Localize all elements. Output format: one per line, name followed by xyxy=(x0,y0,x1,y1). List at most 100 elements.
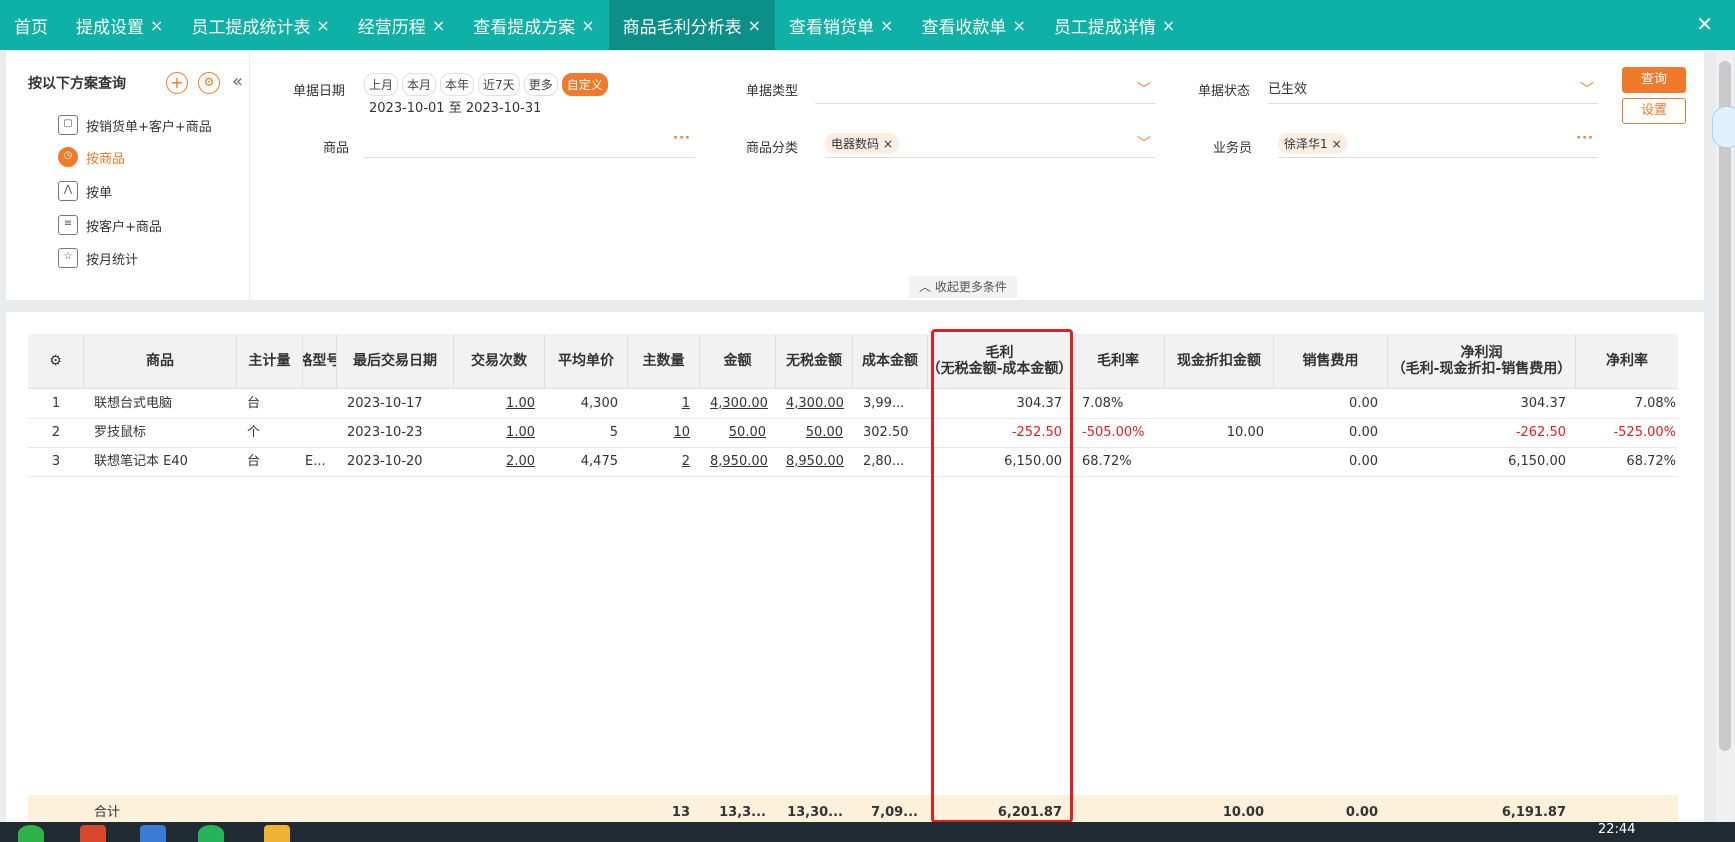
col-net-rate[interactable]: 净利率 xyxy=(1576,334,1678,388)
date-range-value[interactable]: 2023-10-01 至 2023-10-31 xyxy=(369,97,541,116)
cell-net-amount[interactable]: 4,300.00 xyxy=(776,389,853,418)
tab-home[interactable]: 首页 xyxy=(0,0,62,50)
cell-net-amount[interactable]: 8,950.00 xyxy=(776,447,853,476)
cell-qty[interactable]: 10 xyxy=(628,418,700,447)
cell-amount[interactable]: 4,300.00 xyxy=(700,389,776,418)
cell-gross-rate: -505.00% xyxy=(1082,425,1145,440)
col-net-profit[interactable]: 净利润 （毛利-现金折扣-销售费用） xyxy=(1388,334,1576,388)
gear-icon[interactable]: ⚙ xyxy=(198,72,220,94)
settings-button[interactable]: 设置 xyxy=(1622,98,1686,124)
tab-gross-profit-analysis[interactable]: 商品毛利分析表 × xyxy=(608,0,776,50)
tab-view-commission-plan[interactable]: 查看提成方案 × xyxy=(459,0,608,50)
column-settings-icon[interactable]: ⚙ xyxy=(28,334,84,388)
app-icon[interactable] xyxy=(140,825,166,842)
tab-view-receipt[interactable]: 查看收款单 × xyxy=(907,0,1039,50)
col-product[interactable]: 商品 xyxy=(84,334,237,388)
col-spec[interactable]: 格型号 xyxy=(303,334,337,388)
col-amount[interactable]: 金额 xyxy=(700,334,776,388)
more-options-icon[interactable]: ··· xyxy=(673,131,691,146)
quick-custom[interactable]: 自定义 xyxy=(561,73,608,96)
tab-employee-commission-detail[interactable]: 员工提成详情 × xyxy=(1040,0,1189,50)
col-qty[interactable]: 主数量 xyxy=(628,334,700,388)
tab-view-sales-order[interactable]: 查看销货单 × xyxy=(775,0,907,50)
cell-qty[interactable]: 2 xyxy=(628,447,700,476)
report-grid: ⚙ 商品 主计量 格型号 最后交易日期 交易次数 平均单价 主数量 金额 无税金… xyxy=(6,312,1704,832)
assistant-icon[interactable] xyxy=(1712,106,1735,148)
quick-this-month[interactable]: 本月 xyxy=(402,73,437,96)
doc-status-select[interactable]: 已生效 ﹀ xyxy=(1268,77,1598,104)
app-icon[interactable] xyxy=(198,825,224,842)
folder-icon[interactable] xyxy=(264,825,290,842)
col-sales-expense[interactable]: 销售费用 xyxy=(1274,334,1388,388)
doc-type-label: 单据类型 xyxy=(746,84,799,99)
table-row[interactable]: 1 联想台式电脑 台 2023-10-17 1.00 4,300 1 4,300… xyxy=(28,389,1678,419)
tab-commission-settings[interactable]: 提成设置 × xyxy=(62,0,177,50)
collapse-sidebar-icon[interactable]: « xyxy=(232,71,243,92)
sidebar-item-order-customer-product[interactable]: ▢ 按销货单+客户+商品 xyxy=(58,115,212,135)
salesman-chip: 徐泽华1 × xyxy=(1278,133,1348,154)
col-last-date[interactable]: 最后交易日期 xyxy=(337,334,454,388)
close-icon[interactable]: × xyxy=(316,16,329,35)
tab-employee-commission-stats[interactable]: 员工提成统计表 × xyxy=(177,0,343,50)
app-icon[interactable] xyxy=(18,825,44,842)
doc-type-select[interactable]: ﹀ xyxy=(815,77,1155,104)
cell-count[interactable]: 1.00 xyxy=(454,389,545,418)
col-cost[interactable]: 成本金额 xyxy=(853,334,928,388)
cell-discount xyxy=(1165,447,1274,476)
salesman-label: 业务员 xyxy=(1213,141,1253,156)
quick-this-year[interactable]: 本年 xyxy=(440,73,475,96)
cell-amount[interactable]: 50.00 xyxy=(700,418,776,447)
cell-net-rate: -525.00% xyxy=(1613,425,1676,440)
chevron-down-icon: ﹀ xyxy=(1580,82,1594,98)
quick-last-month[interactable]: 上月 xyxy=(364,73,399,96)
quick-more[interactable]: 更多 xyxy=(523,73,558,96)
sidebar-item-monthly[interactable]: ☆ 按月统计 xyxy=(58,248,138,268)
sidebar-item-customer-product[interactable]: ≡ 按客户+商品 xyxy=(58,215,162,235)
cell-count[interactable]: 2.00 xyxy=(454,447,545,476)
app-icon[interactable] xyxy=(80,825,106,842)
table-row[interactable]: 3 联想笔记本 E40 台 E... 2023-10-20 2.00 4,475… xyxy=(28,447,1678,477)
cell-net-profit: -262.50 xyxy=(1515,425,1566,440)
col-avg-price[interactable]: 平均单价 xyxy=(545,334,628,388)
query-scheme-sidebar: 按以下方案查询 + ⚙ « ▢ 按销货单+客户+商品 ◷ 按商品 ⋀ 按单 ≡ … xyxy=(6,51,250,300)
more-options-icon[interactable]: ··· xyxy=(1576,131,1594,146)
col-count[interactable]: 交易次数 xyxy=(454,334,545,388)
salesman-field[interactable]: 徐泽华1 × ··· xyxy=(1278,131,1598,158)
close-icon[interactable]: × xyxy=(748,16,761,35)
cell-qty[interactable]: 1 xyxy=(628,389,700,418)
table-row[interactable]: 2 罗技鼠标 个 2023-10-23 1.00 5 10 50.00 50.0… xyxy=(28,418,1678,448)
col-gross-profit[interactable]: 毛利 （无税金额-成本金额） xyxy=(928,334,1072,388)
tab-label: 员工提成统计表 xyxy=(191,17,311,38)
remove-chip-icon[interactable]: × xyxy=(1332,137,1342,151)
close-icon[interactable]: × xyxy=(150,16,163,35)
close-icon[interactable]: × xyxy=(880,16,893,35)
cell-net-amount[interactable]: 50.00 xyxy=(776,418,853,447)
col-gross-rate[interactable]: 毛利率 xyxy=(1072,334,1165,388)
category-select[interactable]: 电器数码 × ﹀ xyxy=(825,131,1155,158)
vertical-scrollbar[interactable] xyxy=(1716,51,1734,831)
close-window-icon[interactable]: ✕ xyxy=(1696,12,1713,36)
scrollbar-thumb[interactable] xyxy=(1719,61,1731,751)
add-scheme-icon[interactable]: + xyxy=(166,72,188,94)
close-icon[interactable]: × xyxy=(432,16,445,35)
col-net-amount[interactable]: 无税金额 xyxy=(776,334,853,388)
cell-count[interactable]: 1.00 xyxy=(454,418,545,447)
tab-business-history[interactable]: 经营历程 × xyxy=(344,0,459,50)
cell-spec: E... xyxy=(305,454,326,469)
cell-product: 罗技鼠标 xyxy=(94,425,147,440)
query-button[interactable]: 查询 xyxy=(1622,67,1686,93)
product-field[interactable]: ··· xyxy=(363,131,695,158)
close-icon[interactable]: × xyxy=(581,16,594,35)
col-unit[interactable]: 主计量 xyxy=(237,334,303,388)
category-chip: 电器数码 × xyxy=(825,133,900,154)
sidebar-item-by-order[interactable]: ⋀ 按单 xyxy=(58,181,112,201)
collapse-conditions-button[interactable]: ︿ 收起更多条件 xyxy=(909,276,1017,298)
close-icon[interactable]: × xyxy=(1012,16,1025,35)
close-icon[interactable]: × xyxy=(1162,16,1175,35)
remove-chip-icon[interactable]: × xyxy=(883,137,893,151)
quick-last-7-days[interactable]: 近7天 xyxy=(478,73,520,96)
sidebar-item-by-product[interactable]: ◷ 按商品 xyxy=(58,147,125,167)
chip-label: 徐泽华1 xyxy=(1284,137,1328,151)
cell-amount[interactable]: 8,950.00 xyxy=(700,447,776,476)
col-discount[interactable]: 现金折扣金额 xyxy=(1165,334,1274,388)
